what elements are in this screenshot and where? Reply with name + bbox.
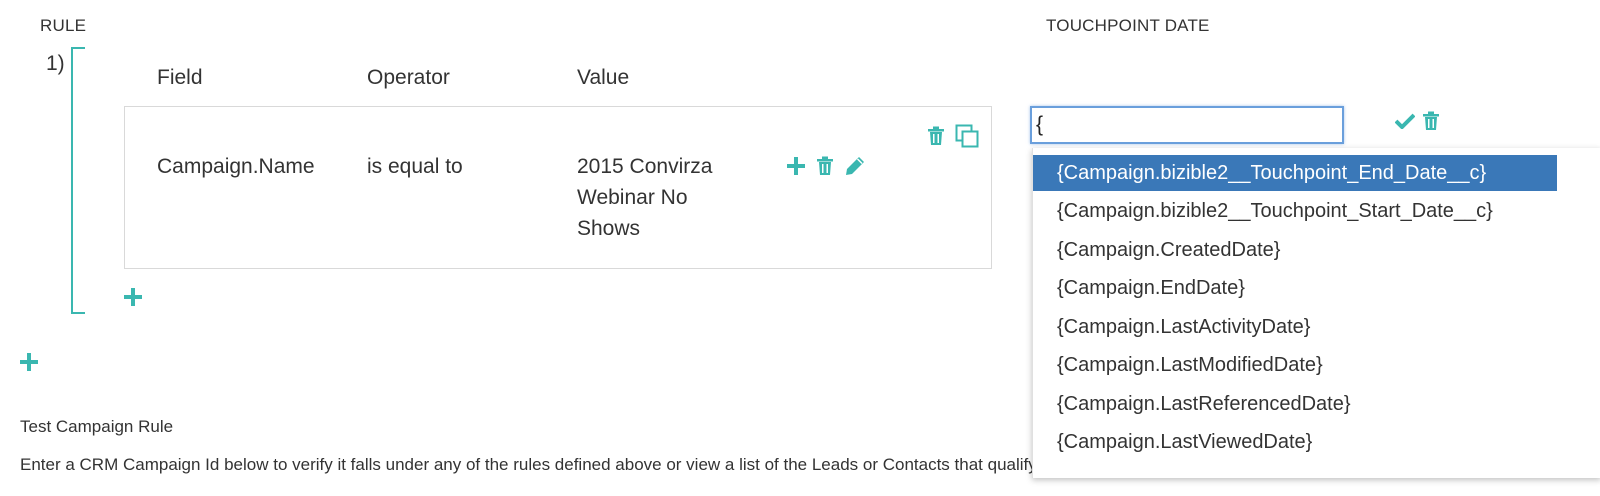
dropdown-option[interactable]: {Campaign.bizible2__Touchpoint_End_Date_… — [1033, 155, 1557, 191]
rule-bracket — [71, 47, 85, 314]
rule-header: RULE — [40, 16, 87, 35]
add-rule-plus-icon[interactable] — [20, 353, 38, 371]
rule-number: 1) — [46, 52, 65, 75]
condition-value-line-3: Shows — [577, 217, 641, 240]
dropdown-option[interactable]: {Campaign.LastActivityDate} — [1033, 309, 1557, 345]
add-rule-condition-plus-icon[interactable] — [124, 288, 142, 306]
edit-condition-pencil-icon[interactable] — [845, 156, 865, 176]
delete-condition-trash-icon[interactable] — [816, 156, 834, 176]
touchpoint-date-header: TOUCHPOINT DATE — [1046, 16, 1210, 35]
touchpoint-date-input[interactable] — [1030, 106, 1344, 144]
column-header-value: Value — [577, 66, 630, 89]
copy-icon[interactable] — [955, 124, 979, 148]
condition-operator: is equal to — [367, 155, 463, 178]
condition-value-line-2: Webinar No — [577, 186, 688, 209]
touchpoint-date-dropdown: {Campaign.bizible2__Touchpoint_End_Date_… — [1032, 148, 1600, 478]
dropdown-option[interactable]: {Campaign.EndDate} — [1033, 270, 1557, 306]
condition-field: Campaign.Name — [157, 155, 315, 178]
column-header-field: Field — [157, 66, 203, 89]
dropdown-option[interactable]: {Campaign.LastReferencedDate} — [1033, 386, 1557, 422]
delete-touchpoint-trash-icon[interactable] — [1422, 111, 1440, 131]
test-campaign-title: Test Campaign Rule — [20, 417, 174, 436]
dropdown-option[interactable]: {Campaign.CreatedDate} — [1033, 232, 1557, 268]
dropdown-option[interactable]: {Campaign.LastModifiedDate} — [1033, 347, 1557, 383]
dropdown-option[interactable]: {Campaign.LastViewedDate} — [1033, 424, 1557, 460]
dropdown-option[interactable]: {Campaign.bizible2__Touchpoint_Start_Dat… — [1033, 193, 1557, 229]
condition-value-line-1: 2015 Convirza — [577, 155, 713, 178]
column-header-operator: Operator — [367, 66, 450, 89]
confirm-check-icon[interactable] — [1395, 113, 1415, 129]
add-condition-plus-icon[interactable] — [787, 157, 805, 175]
delete-group-trash-icon[interactable] — [927, 126, 945, 146]
condition-value: 2015 Convirza Webinar No Shows — [577, 151, 712, 244]
condition-row: Campaign.Name is equal to 2015 Convirza … — [124, 106, 992, 269]
test-campaign-description: Enter a CRM Campaign Id below to verify … — [20, 455, 1201, 474]
